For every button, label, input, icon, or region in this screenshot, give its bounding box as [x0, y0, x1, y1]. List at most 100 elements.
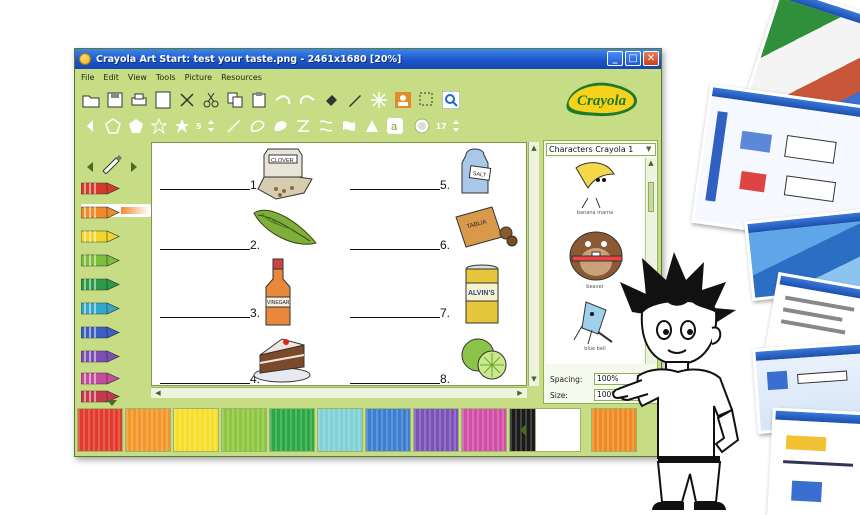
- prev-crayon-arrow-icon[interactable]: [86, 158, 94, 172]
- scroll-up-icon[interactable]: ▲: [529, 144, 539, 153]
- spacing-label: Spacing:: [550, 375, 583, 384]
- menu-edit[interactable]: Edit: [103, 73, 119, 82]
- scroll-down-icon[interactable]: ▼: [529, 375, 539, 384]
- scroll-left-icon[interactable]: ◀: [153, 389, 163, 398]
- canvas-vertical-scrollbar[interactable]: ▲ ▼: [528, 142, 539, 386]
- sparkle-icon[interactable]: [369, 90, 389, 110]
- shape-toolbar: 5 a 17: [81, 115, 470, 137]
- crayon-picker: [78, 142, 151, 406]
- print-icon[interactable]: [129, 90, 149, 110]
- open-folder-icon[interactable]: [81, 90, 101, 110]
- pentagon-filled-icon[interactable]: [127, 117, 145, 135]
- drawing-canvas[interactable]: 1. 2. 3. 4. 5. 6. 7. 8. CLOVER VINEGAR S…: [151, 142, 527, 386]
- wedge-icon[interactable]: [363, 117, 381, 135]
- crayon-7[interactable]: [80, 324, 121, 339]
- bitter-gourd-image: [253, 209, 317, 245]
- save-icon[interactable]: [105, 90, 125, 110]
- star-filled-icon[interactable]: [173, 117, 191, 135]
- maximize-button[interactable]: □: [625, 51, 641, 66]
- crayon-8[interactable]: [80, 348, 121, 363]
- next-crayon-arrow-icon[interactable]: [130, 158, 138, 172]
- fill-icon[interactable]: [321, 90, 341, 110]
- chevron-down-icon[interactable]: ▼: [646, 145, 651, 153]
- cut-icon[interactable]: [201, 90, 221, 110]
- crayon-2[interactable]: [80, 204, 151, 219]
- crayon-4[interactable]: [80, 252, 121, 267]
- color-swatch-9[interactable]: [461, 408, 507, 452]
- app-icon: [79, 53, 91, 65]
- stamp-icon[interactable]: [393, 90, 413, 110]
- color-swatch-6[interactable]: [317, 408, 363, 452]
- paste-icon[interactable]: [249, 90, 269, 110]
- crayon-scroll-down-icon[interactable]: [106, 392, 118, 406]
- gallery-scroll-thumb[interactable]: [648, 182, 654, 212]
- canvas-horizontal-scrollbar[interactable]: ◀ ▶: [151, 387, 527, 398]
- color-swatch-1[interactable]: [77, 408, 123, 452]
- gallery-scroll-up-icon[interactable]: ▲: [646, 159, 656, 168]
- crayon-9[interactable]: [80, 370, 121, 385]
- copy-icon[interactable]: [225, 90, 245, 110]
- crayola-logo: Crayola: [566, 82, 637, 117]
- scissors-cut-icon[interactable]: [177, 90, 197, 110]
- text-tool-icon[interactable]: a: [386, 117, 404, 135]
- vinegar-bottle-image: VINEGAR: [265, 258, 291, 326]
- answer-line: [160, 383, 250, 384]
- menu-resources[interactable]: Resources: [221, 73, 262, 82]
- crayon-5[interactable]: [80, 276, 121, 291]
- brush-size-dot-icon[interactable]: [413, 117, 431, 135]
- lime-image: [461, 338, 507, 380]
- lasso-filled-icon[interactable]: [271, 117, 289, 135]
- color-swatch-7[interactable]: [365, 408, 411, 452]
- menu-file[interactable]: File: [81, 73, 94, 82]
- item-number: 7.: [440, 306, 451, 320]
- spinner-icon[interactable]: [202, 117, 220, 135]
- pencil-icon[interactable]: [345, 90, 365, 110]
- undo-icon[interactable]: [273, 90, 293, 110]
- svg-text:a: a: [391, 121, 398, 133]
- title-bar[interactable]: Crayola Art Start: test your taste.png -…: [75, 49, 661, 69]
- color-swatch-4[interactable]: [221, 408, 267, 452]
- close-button[interactable]: ✕: [643, 51, 659, 66]
- squiggle-filled-icon[interactable]: [340, 117, 358, 135]
- new-page-icon[interactable]: [153, 90, 173, 110]
- zoom-icon[interactable]: [441, 90, 461, 110]
- palette-prev-arrow-icon[interactable]: [519, 422, 527, 436]
- window-title: Crayola Art Start: test your taste.png -…: [96, 53, 402, 65]
- curve-line-icon[interactable]: [225, 117, 243, 135]
- pentagon-outline-icon[interactable]: [104, 117, 122, 135]
- gallery-category-select[interactable]: Characters Crayola 1: [546, 143, 656, 156]
- screenshot-stage: Crayola Art Start: test your taste.png -…: [0, 0, 860, 515]
- size-spinner-icon[interactable]: [447, 117, 465, 135]
- lasso-outline-icon[interactable]: [248, 117, 266, 135]
- menu-picture[interactable]: Picture: [185, 73, 213, 82]
- prev-shape-icon[interactable]: [81, 117, 99, 135]
- select-icon[interactable]: [417, 90, 437, 110]
- menu-tools[interactable]: Tools: [156, 73, 176, 82]
- minimize-button[interactable]: _: [607, 51, 623, 66]
- gallery-item-banana[interactable]: banana mama: [546, 158, 644, 218]
- color-swatch-3[interactable]: [173, 408, 219, 452]
- zigzag-outline-icon[interactable]: [294, 117, 312, 135]
- answer-line: [160, 189, 250, 190]
- crayon-6[interactable]: [80, 300, 121, 315]
- color-swatch-8[interactable]: [413, 408, 459, 452]
- collage-screenshot: [767, 407, 860, 515]
- redo-icon[interactable]: [297, 90, 317, 110]
- color-swatch-5[interactable]: [269, 408, 315, 452]
- answer-line: [350, 189, 440, 190]
- star-outline-icon[interactable]: [150, 117, 168, 135]
- pencil-tool-icon[interactable]: [100, 152, 122, 175]
- scroll-right-icon[interactable]: ▶: [515, 389, 525, 398]
- svg-text:VINEGAR: VINEGAR: [267, 300, 290, 306]
- answer-line: [350, 249, 440, 250]
- color-swatch-11[interactable]: [535, 408, 581, 452]
- crayon-3[interactable]: [80, 228, 121, 243]
- gallery-caption: banana mama: [576, 210, 614, 216]
- squiggle-outline-icon[interactable]: [317, 117, 335, 135]
- cake-slice-image: [253, 338, 311, 383]
- item-number: 3.: [250, 306, 261, 320]
- color-swatch-2[interactable]: [125, 408, 171, 452]
- menu-view[interactable]: View: [128, 73, 147, 82]
- crayon-1[interactable]: [80, 180, 121, 195]
- item-number: 8.: [440, 372, 451, 386]
